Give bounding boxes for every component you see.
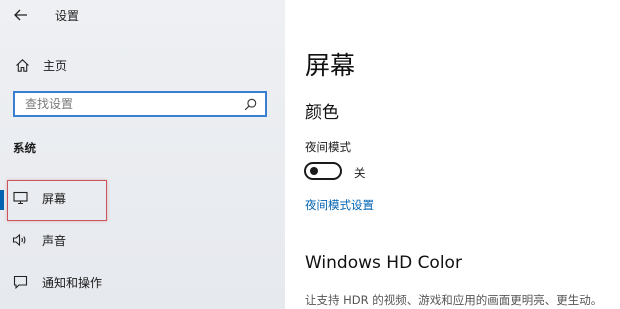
sidebar-item-sound[interactable]: 声音 xyxy=(0,225,285,255)
night-mode-state: 关 xyxy=(354,166,366,180)
sidebar-item-label: 屏幕 xyxy=(42,191,67,206)
speaker-icon xyxy=(12,232,28,248)
search-input[interactable] xyxy=(15,93,242,115)
monitor-icon xyxy=(12,190,28,206)
hdr-description: 让支持 HDR 的视频、游戏和应用的画面更明亮、更生动。 xyxy=(305,293,603,307)
hdr-heading: Windows HD Color xyxy=(305,253,462,273)
toggle-knob xyxy=(310,167,318,175)
page-title: 屏幕 xyxy=(305,51,356,80)
sidebar-item-label: 声音 xyxy=(42,233,67,248)
back-button[interactable] xyxy=(8,4,34,26)
settings-window: 设置 主页 系统 xyxy=(0,0,620,309)
night-mode-settings-link[interactable]: 夜间模式设置 xyxy=(305,197,374,213)
color-heading: 颜色 xyxy=(305,103,339,123)
night-mode-toggle[interactable] xyxy=(304,162,342,180)
nav-home[interactable]: 主页 xyxy=(0,52,285,78)
section-title: 系统 xyxy=(13,141,36,155)
sidebar-item-display[interactable]: 屏幕 xyxy=(0,183,285,213)
search-icon[interactable] xyxy=(242,96,258,112)
night-mode-label: 夜间模式 xyxy=(305,140,351,154)
main-content: 屏幕 颜色 夜间模式 关 夜间模式设置 Windows HD Color 让支持… xyxy=(285,0,620,309)
title-bar: 设置 xyxy=(0,0,285,30)
sidebar-item-notifications[interactable]: 通知和操作 xyxy=(0,267,285,297)
back-arrow-icon xyxy=(14,6,28,25)
search-box xyxy=(13,91,267,117)
sidebar: 设置 主页 系统 xyxy=(0,0,285,309)
notification-icon xyxy=(12,274,28,290)
sidebar-item-label: 通知和操作 xyxy=(42,275,103,290)
home-icon xyxy=(14,57,30,73)
app-title: 设置 xyxy=(55,9,80,23)
nav-home-label: 主页 xyxy=(43,58,68,73)
